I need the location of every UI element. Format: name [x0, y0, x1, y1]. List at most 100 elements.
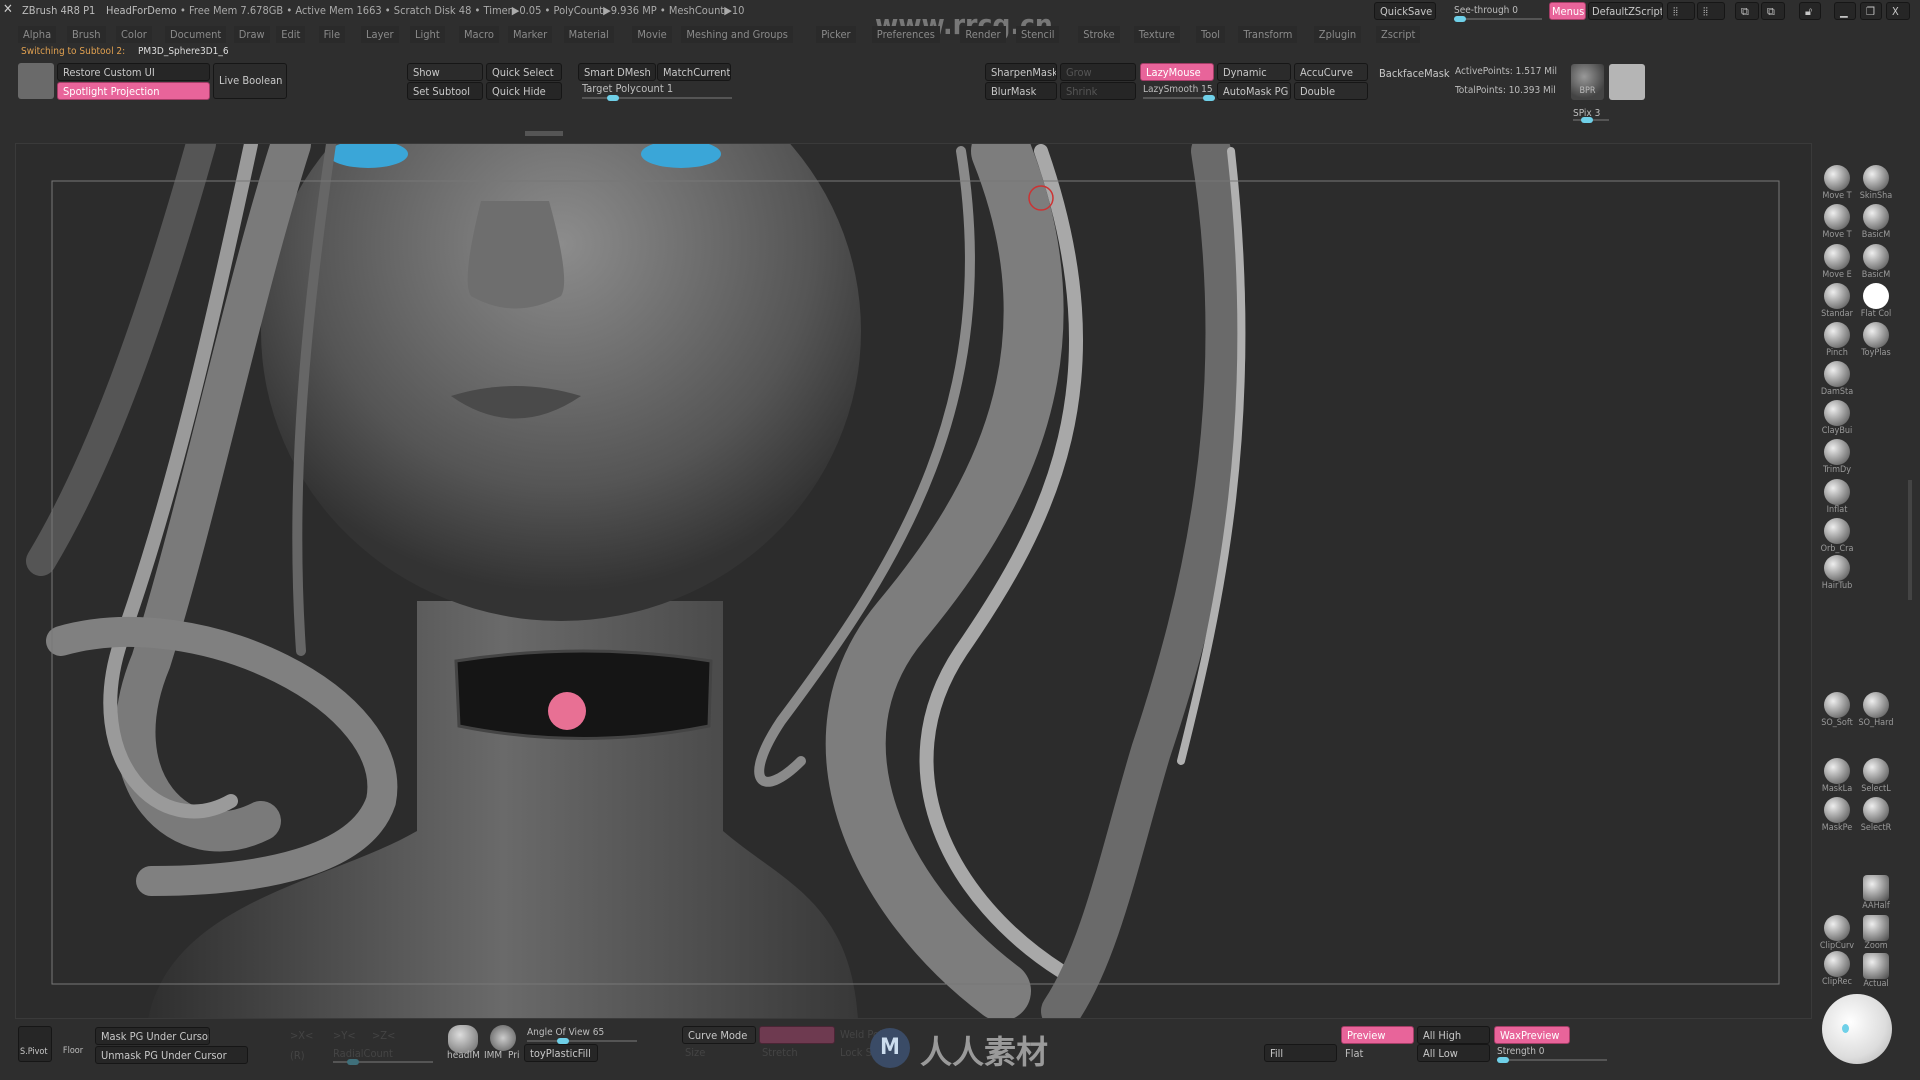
clip-rect-button[interactable]: ClipRec [1815, 951, 1859, 987]
target-polycount-slider[interactable]: Target Polycount 1 [582, 82, 732, 101]
sym-x-button[interactable]: >X< [290, 1029, 313, 1042]
shrink-button[interactable]: Shrink [1060, 82, 1136, 100]
right-scrollbar[interactable] [1908, 480, 1912, 600]
brush-hairtub[interactable]: HairTub [1815, 555, 1859, 591]
all-low-button[interactable]: All Low [1417, 1044, 1490, 1062]
sym-r-button[interactable]: (R) [290, 1049, 305, 1062]
lazy-smooth-slider[interactable]: LazySmooth 15 [1143, 82, 1215, 101]
menu-color[interactable]: Color [116, 26, 152, 43]
bpr-button[interactable]: BPR [1571, 64, 1604, 100]
viewport-canvas[interactable] [15, 143, 1812, 1019]
match-current-button[interactable]: MatchCurrent [657, 63, 731, 81]
sym-z-button[interactable]: >Z< [372, 1029, 395, 1042]
lock-icon[interactable]: 🔓︎ [1799, 2, 1821, 20]
default-zscript-button[interactable]: DefaultZScript [1588, 2, 1663, 20]
menu-preferences[interactable]: Preferences [871, 26, 940, 43]
menu-stencil[interactable]: Stencil [1016, 26, 1060, 43]
menu-meshing-and-groups[interactable]: Meshing and Groups [681, 26, 793, 43]
brush-movet[interactable]: Move T [1815, 165, 1859, 201]
slider-knob[interactable] [1581, 117, 1593, 123]
layout-right-icon[interactable]: ⧉ [1761, 2, 1785, 20]
brush-basicm[interactable]: BasicM [1854, 244, 1898, 280]
slider-knob[interactable] [1203, 95, 1215, 101]
menu-transform[interactable]: Transform [1238, 26, 1298, 43]
menu-macro[interactable]: Macro [459, 26, 499, 43]
unmask-pg-under-cursor-button[interactable]: Unmask PG Under Cursor [95, 1046, 248, 1064]
brush-inflat[interactable]: Inflat [1815, 479, 1859, 515]
slider-knob[interactable] [347, 1059, 359, 1065]
menu-tool[interactable]: Tool [1196, 26, 1226, 43]
navigation-sphere[interactable] [1822, 994, 1892, 1064]
sharpen-mask-button[interactable]: SharpenMask [985, 63, 1057, 81]
menu-light[interactable]: Light [410, 26, 445, 43]
strength-slider[interactable]: Strength 0 [1497, 1044, 1607, 1063]
fill-button[interactable]: Fill [1264, 1044, 1337, 1062]
blur-mask-button[interactable]: BlurMask [985, 82, 1057, 100]
menu-picker[interactable]: Picker [816, 26, 856, 43]
grow-button[interactable]: Grow [1060, 63, 1136, 81]
actual-button[interactable]: Actual [1854, 953, 1898, 989]
preview-button[interactable]: Preview [1341, 1026, 1414, 1044]
radial-count-slider[interactable]: RadialCount [333, 1047, 433, 1065]
set-subtool-button[interactable]: Set Subtool [407, 82, 483, 100]
angle-of-view-slider[interactable]: Angle Of View 65 [527, 1025, 637, 1044]
brush-trimdy[interactable]: TrimDy [1815, 439, 1859, 475]
clip-curve-button[interactable]: ClipCurv [1815, 915, 1859, 951]
slider-knob[interactable] [1454, 16, 1466, 22]
smart-dmesh-button[interactable]: Smart DMesh [578, 63, 656, 81]
menu-layer[interactable]: Layer [361, 26, 399, 43]
quick-hide-button[interactable]: Quick Hide [486, 82, 562, 100]
menu-material[interactable]: Material [563, 26, 614, 43]
shrink-ui-icon[interactable]: ⦙⦙ [1667, 2, 1695, 20]
sym-y-button[interactable]: >Y< [333, 1029, 356, 1042]
spix-slider[interactable]: SPix 3 [1573, 106, 1609, 123]
flat-label[interactable]: Flat [1345, 1047, 1363, 1060]
expand-ui-icon[interactable]: ⦙⦙ [1697, 2, 1725, 20]
brush-basicm[interactable]: BasicM [1854, 204, 1898, 240]
quicksave-button[interactable]: QuickSave [1374, 2, 1436, 20]
brush-claybui[interactable]: ClayBui [1815, 400, 1859, 436]
brush-movee[interactable]: Move E [1815, 244, 1859, 280]
imm-icon[interactable] [490, 1025, 516, 1051]
mask-pen-button[interactable]: MaskPe [1815, 797, 1859, 833]
mask-lasso-button[interactable]: MaskLa [1815, 758, 1859, 794]
slider-knob[interactable] [1497, 1057, 1509, 1063]
brush-flatcol[interactable]: Flat Col [1854, 283, 1898, 319]
so-hard-button[interactable]: SO_Hard [1854, 692, 1898, 728]
menu-file[interactable]: File [318, 26, 346, 43]
spivot-button[interactable]: S.Pivot [18, 1026, 52, 1062]
brush-toyplas[interactable]: ToyPlas [1854, 322, 1898, 358]
floor-button[interactable]: Floor [58, 1026, 88, 1062]
restore-custom-ui-button[interactable]: Restore Custom UI [57, 63, 210, 81]
double-button[interactable]: Double [1294, 82, 1368, 100]
so-soft-button[interactable]: SO_Soft [1815, 692, 1859, 728]
see-through-slider[interactable]: See-through 0 [1454, 3, 1542, 22]
zoom-button[interactable]: Zoom [1854, 915, 1898, 951]
mask-pg-under-cursor-button[interactable]: Mask PG Under Cursor [95, 1027, 210, 1045]
curve-mode-button[interactable]: Curve Mode [682, 1026, 756, 1044]
brush-orbcra[interactable]: Orb_Cra [1815, 518, 1859, 554]
all-high-button[interactable]: All High [1417, 1026, 1490, 1044]
menu-draw[interactable]: Draw [233, 26, 270, 43]
show-button[interactable]: Show [407, 63, 483, 81]
render-preview-swatch[interactable] [1609, 64, 1645, 100]
live-boolean-button[interactable]: Live Boolean [213, 63, 287, 99]
dynamic-button[interactable]: Dynamic [1217, 63, 1291, 81]
menu-zscript[interactable]: Zscript [1376, 26, 1421, 43]
automask-pg-button[interactable]: AutoMask PG [1217, 82, 1291, 100]
brush-pinch[interactable]: Pinch [1815, 322, 1859, 358]
select-lasso-button[interactable]: SelectL [1854, 758, 1898, 794]
brush-skinsha[interactable]: SkinSha [1854, 165, 1898, 201]
curve-mode-toggle[interactable] [759, 1026, 835, 1044]
menu-marker[interactable]: Marker [508, 26, 553, 43]
spotlight-projection-button[interactable]: Spotlight Projection [57, 82, 210, 100]
slider-knob[interactable] [607, 95, 619, 101]
toolbar-scroll-handle[interactable] [525, 131, 563, 136]
brush-standar[interactable]: Standar [1815, 283, 1859, 319]
wax-preview-button[interactable]: WaxPreview [1494, 1026, 1570, 1044]
close-icon[interactable]: X [1886, 2, 1910, 20]
select-rect-button[interactable]: SelectR [1854, 797, 1898, 833]
custom-ui-swatch[interactable] [18, 63, 54, 99]
layout-left-icon[interactable]: ⧉ [1735, 2, 1759, 20]
backface-mask-button[interactable]: BackfaceMask [1374, 65, 1450, 83]
